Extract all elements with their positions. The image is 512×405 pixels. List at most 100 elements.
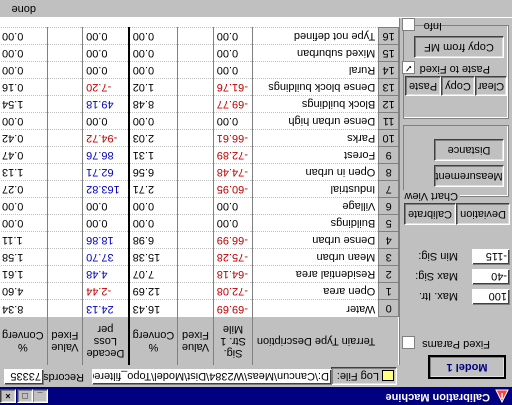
log-file-button[interactable]: Log File: [331,367,397,385]
row-converg-2[interactable]: 0.47 [0,147,47,164]
row-description[interactable]: Buildings [252,215,379,232]
row-converg-2[interactable]: 0.00 [0,215,47,232]
row-value-fixed-2[interactable] [47,79,83,96]
row-decade-loss[interactable]: -7.20 [82,79,129,96]
row-decade-loss[interactable]: 18.86 [82,232,129,249]
row-converg-2[interactable]: 0.16 [0,79,47,96]
clear-button[interactable]: Clear [475,76,507,96]
row-converg-2[interactable]: 0.00 [0,113,47,130]
row-value-fixed[interactable] [177,113,214,130]
row-description[interactable]: Type not defined [252,28,379,45]
row-converg[interactable]: 0.00 [128,215,178,232]
row-converg[interactable]: 16.43 [128,300,178,317]
row-value-fixed-2[interactable] [47,164,83,181]
row-value-fixed-2[interactable] [47,113,83,130]
row-sig-str[interactable]: -64.18 [213,266,253,283]
row-converg-2[interactable]: 8.34 [0,300,47,317]
row-value-fixed-2[interactable] [47,198,83,215]
row-converg-2[interactable]: 0.00 [0,28,47,45]
row-converg-2[interactable]: 0.00 [0,198,47,215]
tab-deviation[interactable]: Deviation [456,203,510,225]
row-description[interactable]: Parks [252,130,379,147]
min-sig-input[interactable]: -115 [472,249,510,265]
row-converg[interactable]: 7.07 [128,266,178,283]
row-description[interactable]: Open in urban [252,164,379,181]
row-decade-loss[interactable]: 0.00 [82,215,129,232]
row-decade-loss[interactable]: 86.76 [82,147,129,164]
row-sig-str[interactable]: -72.89 [213,147,253,164]
row-value-fixed[interactable] [177,62,214,79]
row-converg-2[interactable]: 4.60 [0,283,47,300]
row-value-fixed[interactable] [177,283,214,300]
row-description[interactable]: Mixed suburban [252,45,379,62]
row-sig-str[interactable]: 0.00 [213,45,253,62]
row-value-fixed-2[interactable] [47,300,83,317]
row-decade-loss[interactable]: 0.00 [82,28,129,45]
row-decade-loss[interactable]: 0.00 [82,198,129,215]
max-sig-input[interactable]: -40 [472,269,510,285]
row-value-fixed-2[interactable] [47,62,83,79]
row-value-fixed[interactable] [177,266,214,283]
row-sig-str[interactable]: 0.00 [213,28,253,45]
row-value-fixed-2[interactable] [47,283,83,300]
row-description[interactable]: Dense urban [252,232,379,249]
row-sig-str[interactable]: 0.00 [213,215,253,232]
row-converg[interactable]: 8.48 [128,96,178,113]
row-converg[interactable]: 6.56 [128,164,178,181]
row-converg[interactable]: 1.31 [128,147,178,164]
row-decade-loss[interactable]: 0.00 [82,113,129,130]
row-sig-str[interactable]: -72.08 [213,283,253,300]
row-converg[interactable]: 0.00 [128,45,178,62]
row-value-fixed-2[interactable] [47,181,83,198]
minimize-button[interactable]: _ [32,389,48,403]
row-converg-2[interactable]: 1.54 [0,96,47,113]
distance-button[interactable]: Distance [434,139,504,161]
row-value-fixed[interactable] [177,232,214,249]
info-checkbox[interactable] [402,18,415,31]
row-sig-str[interactable]: -66.61 [213,130,253,147]
copy-from-mf-button[interactable]: Copy from MF [414,36,504,58]
row-value-fixed[interactable] [177,215,214,232]
log-file-path-field[interactable]: D:\Cancun\Meas\W2384\Dist\Model\Topo_fil… [92,369,332,385]
row-converg-2[interactable]: 1.13 [0,164,47,181]
tab-calibrate[interactable]: Calibrate [404,203,456,225]
paste-to-fixed-checkbox[interactable]: ✓ [402,61,415,74]
row-description[interactable]: Dense urban high [252,113,379,130]
row-description[interactable]: Mean urban [252,249,379,266]
model-button[interactable]: Model 1 [428,355,506,379]
row-value-fixed-2[interactable] [47,249,83,266]
row-converg[interactable]: 1.02 [128,79,178,96]
row-decade-loss[interactable]: -2.44 [82,283,129,300]
row-description[interactable]: Open area [252,283,379,300]
row-value-fixed-2[interactable] [47,130,83,147]
row-value-fixed-2[interactable] [47,232,83,249]
row-value-fixed[interactable] [177,198,214,215]
row-decade-loss[interactable]: 49.18 [82,96,129,113]
row-converg[interactable]: 0.00 [128,198,178,215]
row-sig-str[interactable]: -74.48 [213,164,253,181]
fixed-params-checkbox[interactable] [402,336,415,349]
row-converg-2[interactable]: 1.11 [0,232,47,249]
row-converg-2[interactable]: 0.00 [0,45,47,62]
row-sig-str[interactable]: -66.99 [213,232,253,249]
row-value-fixed[interactable] [177,147,214,164]
row-description[interactable]: Water [252,300,379,317]
row-value-fixed[interactable] [177,96,214,113]
row-converg-2[interactable]: 0.27 [0,181,47,198]
row-decade-loss[interactable]: 62.71 [82,164,129,181]
row-sig-str[interactable]: 0.00 [213,62,253,79]
row-value-fixed-2[interactable] [47,45,83,62]
row-description[interactable]: Forest [252,147,379,164]
row-description[interactable]: Dense block buildings [252,79,379,96]
row-converg[interactable]: 2.03 [128,130,178,147]
row-description[interactable]: Rural [252,62,379,79]
row-value-fixed-2[interactable] [47,96,83,113]
row-description[interactable]: Residential area [252,266,379,283]
copy-button[interactable]: Copy [441,76,475,96]
row-value-fixed[interactable] [177,181,214,198]
row-value-fixed-2[interactable] [47,147,83,164]
row-value-fixed-2[interactable] [47,215,83,232]
row-value-fixed[interactable] [177,28,214,45]
row-decade-loss[interactable]: 0.00 [82,62,129,79]
row-value-fixed-2[interactable] [47,266,83,283]
